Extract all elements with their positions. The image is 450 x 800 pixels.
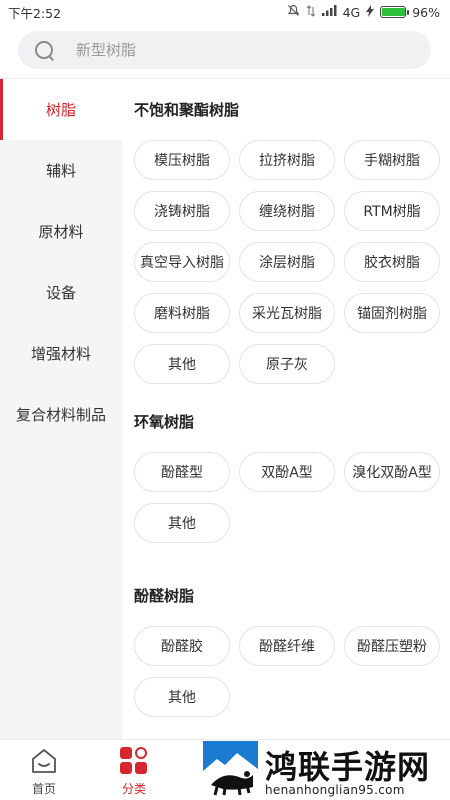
subcategory-panel: 不饱和聚酯树脂 模压树脂 拉挤树脂 手糊树脂浇铸树脂 缠绕树脂 RTM树脂真空导入树脂 涂… bbox=[122, 79, 450, 739]
category-tag-label: 拉挤树脂 bbox=[259, 153, 315, 169]
category-tag[interactable]: 涂层树脂 bbox=[239, 242, 335, 282]
category-tag-label: 锚固剂树脂 bbox=[357, 306, 427, 322]
sidebar-item-label: 设备 bbox=[45, 284, 76, 302]
category-tag[interactable]: 双酚A型 bbox=[239, 452, 335, 492]
category-tag[interactable]: 浇铸树脂 bbox=[134, 191, 230, 231]
category-tag-label: 涂层树脂 bbox=[259, 255, 315, 271]
sidebar-item[interactable]: 树脂 bbox=[0, 79, 122, 140]
category-tag-label: 其他 bbox=[168, 690, 196, 706]
search-icon[interactable] bbox=[34, 40, 54, 60]
category-tag[interactable]: 酚醛胶 bbox=[134, 626, 230, 666]
sidebar-item[interactable]: 辅料 bbox=[0, 140, 122, 201]
nav-category-label: 分类 bbox=[121, 782, 146, 796]
category-tag-label: 原子灰 bbox=[266, 357, 308, 373]
category-tag-label: 胶衣树脂 bbox=[364, 255, 420, 271]
status-time: 下午2:52 bbox=[8, 5, 62, 21]
category-tag-label: 浇铸树脂 bbox=[154, 204, 210, 220]
sidebar-item-label: 树脂 bbox=[45, 101, 76, 119]
section-title: 酚醛树脂 bbox=[134, 587, 195, 605]
watermark-title: 鸿联手游网 bbox=[265, 748, 431, 786]
category-icon bbox=[120, 747, 148, 775]
category-tag[interactable]: 酚醛纤维 bbox=[239, 626, 335, 666]
category-tag[interactable]: 真空导入树脂 bbox=[134, 242, 230, 282]
category-tag[interactable]: 手糊树脂 bbox=[344, 140, 440, 180]
category-tag-label: 其他 bbox=[168, 516, 196, 532]
category-tag-label: 酚醛型 bbox=[161, 465, 203, 481]
sidebar-item-label: 增强材料 bbox=[30, 345, 91, 363]
home-icon bbox=[32, 749, 56, 773]
category-tag-label: 真空导入树脂 bbox=[140, 255, 224, 271]
category-tag-label: 模压树脂 bbox=[154, 153, 210, 169]
tag-group: 模压树脂 拉挤树脂 手糊树脂浇铸树脂 缠绕树脂 RTM树脂真空导入树脂 涂层树脂 胶衣树脂磨… bbox=[134, 140, 450, 395]
category-tag[interactable]: 溴化双酚A型 bbox=[344, 452, 440, 492]
battery-level bbox=[382, 8, 406, 16]
category-tag[interactable]: 锚固剂树脂 bbox=[344, 293, 440, 333]
sidebar-item-label: 原材料 bbox=[38, 223, 84, 241]
category-tag[interactable]: 其他 bbox=[134, 503, 230, 543]
category-tag[interactable]: 其他 bbox=[134, 344, 230, 384]
search-bar[interactable] bbox=[18, 31, 431, 69]
sidebar-item-label: 复合材料制品 bbox=[15, 406, 106, 424]
category-tag-label: 手糊树脂 bbox=[364, 153, 420, 169]
nav-home[interactable]: 首页 bbox=[14, 740, 74, 800]
nav-category[interactable]: 分类 bbox=[104, 740, 164, 800]
category-tag[interactable]: 缠绕树脂 bbox=[239, 191, 335, 231]
watermark-logo bbox=[203, 741, 258, 796]
battery-percent: 96% bbox=[412, 4, 440, 20]
signal-icon bbox=[321, 5, 337, 19]
category-tag-label: 酚醛纤维 bbox=[259, 639, 315, 655]
category-tag[interactable]: 酚醛压塑粉 bbox=[344, 626, 440, 666]
tag-group: 酚醛型 双酚A型 溴化双酚A型其他 bbox=[134, 452, 450, 554]
watermark: 鸿联手游网 henanhonglian95.com bbox=[203, 741, 450, 800]
category-tag[interactable]: 原子灰 bbox=[239, 344, 335, 384]
category-tag[interactable]: 采光瓦树脂 bbox=[239, 293, 335, 333]
status-icons: 4G 96% bbox=[287, 4, 440, 20]
category-tag-label: 采光瓦树脂 bbox=[252, 306, 322, 322]
charging-icon bbox=[366, 4, 375, 20]
category-tag[interactable]: 酚醛型 bbox=[134, 452, 230, 492]
category-tag[interactable]: 胶衣树脂 bbox=[344, 242, 440, 282]
category-tag[interactable]: 其他 bbox=[134, 677, 230, 717]
battery-icon bbox=[380, 6, 410, 18]
category-tag[interactable]: 磨料树脂 bbox=[134, 293, 230, 333]
data-transfer-icon bbox=[306, 4, 316, 20]
section-title: 不饱和聚酯树脂 bbox=[134, 101, 240, 119]
section-title: 环氧树脂 bbox=[134, 413, 195, 431]
sidebar-item-label: 辅料 bbox=[45, 162, 76, 180]
tag-group: 酚醛胶 酚醛纤维 酚醛压塑粉其他 bbox=[134, 626, 450, 728]
category-tag-label: 酚醛压塑粉 bbox=[357, 639, 427, 655]
status-bar: 下午2:52 4G 96% bbox=[0, 0, 450, 24]
category-tag-label: 溴化双酚A型 bbox=[352, 465, 432, 481]
sidebar-item[interactable]: 原材料 bbox=[0, 201, 122, 262]
category-tag-label: 双酚A型 bbox=[261, 465, 313, 481]
sidebar-item[interactable]: 复合材料制品 bbox=[0, 384, 122, 445]
category-tag[interactable]: 模压树脂 bbox=[134, 140, 230, 180]
category-tag[interactable]: 拉挤树脂 bbox=[239, 140, 335, 180]
search-input[interactable] bbox=[76, 41, 376, 59]
category-tag[interactable]: RTM树脂 bbox=[344, 191, 440, 231]
category-tag-label: 酚醛胶 bbox=[161, 639, 203, 655]
category-tag-label: 其他 bbox=[168, 357, 196, 373]
nav-home-label: 首页 bbox=[31, 782, 56, 796]
watermark-url: henanhonglian95.com bbox=[265, 783, 405, 797]
mute-icon bbox=[287, 4, 300, 20]
sidebar-item[interactable]: 增强材料 bbox=[0, 323, 122, 384]
sidebar-item[interactable]: 设备 bbox=[0, 262, 122, 323]
category-tag-label: RTM树脂 bbox=[363, 204, 421, 220]
network-type: 4G bbox=[342, 4, 361, 20]
category-tag-label: 缠绕树脂 bbox=[259, 204, 315, 220]
category-tag-label: 磨料树脂 bbox=[154, 306, 210, 322]
category-sidebar: 树脂辅料原材料设备增强材料复合材料制品 bbox=[0, 79, 122, 739]
